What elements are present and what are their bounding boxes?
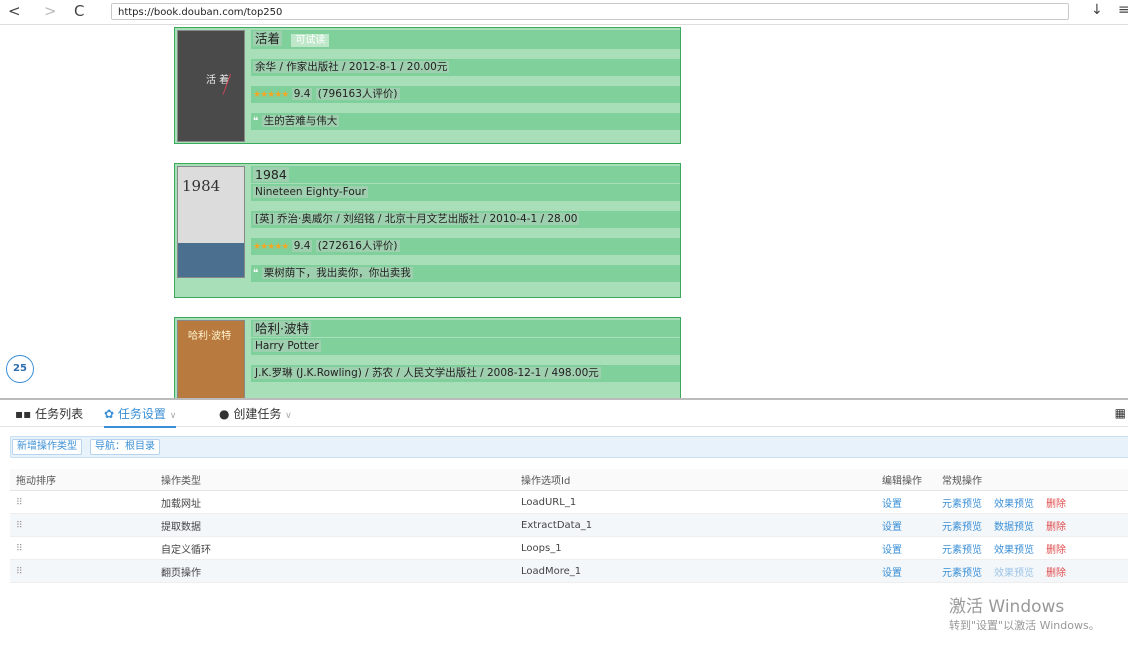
- col-actions: 常规操作: [936, 469, 1128, 491]
- count-badge[interactable]: 25: [6, 355, 34, 383]
- operations-table: 拖动排序 操作类型 操作选项Id 编辑操作 常规操作 ⠿ 加载网址 LoadUR…: [10, 469, 1128, 583]
- table-header: 拖动排序 操作类型 操作选项Id 编辑操作 常规操作: [10, 469, 1128, 491]
- effect-preview-link[interactable]: 效果预览: [994, 499, 1034, 510]
- cover-title-2: 1984: [182, 177, 221, 195]
- settings-link[interactable]: 设置: [882, 568, 902, 579]
- back-button[interactable]: <: [8, 2, 21, 20]
- book-cover-3[interactable]: 哈利·波特: [177, 320, 245, 398]
- menu-icon[interactable]: ≡: [1118, 2, 1128, 18]
- download-icon[interactable]: ↓: [1091, 2, 1103, 18]
- table-row: ⠿ 自定义循环 Loops_1 设置 元素预览 效果预览 删除: [10, 536, 1128, 560]
- drag-handle-icon[interactable]: ⠿: [16, 498, 23, 508]
- col-op-id: 操作选项Id: [515, 469, 876, 491]
- delete-link[interactable]: 删除: [1046, 568, 1066, 579]
- effect-preview-link[interactable]: 效果预览: [994, 568, 1034, 579]
- tab-task-list[interactable]: ▪▪ 任务列表: [15, 405, 83, 422]
- book-item-3[interactable]: 哈利·波特 哈利·波特 Harry Potter J.K.罗琳 (J.K.Row…: [174, 317, 681, 398]
- settings-link[interactable]: 设置: [882, 545, 902, 556]
- quote-icon: ❝: [253, 268, 259, 279]
- quote-icon: ❝: [253, 116, 259, 127]
- book-item-1[interactable]: 活 着 活着 可试读 余华 / 作家出版社 / 2012-8-1 / 20.00…: [174, 27, 681, 144]
- element-preview-link[interactable]: 元素预览: [942, 499, 982, 510]
- web-content: 活 着 活着 可试读 余华 / 作家出版社 / 2012-8-1 / 20.00…: [0, 25, 1128, 398]
- actions-bar: 新增操作类型 导航：根目录: [10, 436, 1128, 458]
- reload-button[interactable]: C: [74, 2, 84, 20]
- rating-stars-icon: ★★★★★: [253, 90, 289, 100]
- col-op-type: 操作类型: [155, 469, 515, 491]
- windows-activation-watermark: 激活 Windows 转到"设置"以激活 Windows。: [949, 597, 1100, 632]
- book-meta-2: [英] 乔治·奥威尔 / 刘绍铭 / 北京十月文艺出版社 / 2010-4-1 …: [253, 213, 580, 225]
- settings-link[interactable]: 设置: [882, 499, 902, 510]
- grid-icon: ▪▪: [15, 407, 32, 421]
- col-edit: 编辑操作: [876, 469, 936, 491]
- book-rating-2: 9.4: [291, 240, 313, 252]
- address-bar[interactable]: https://book.douban.com/top250: [111, 3, 1069, 20]
- plus-circle-icon: ●: [219, 407, 230, 421]
- book-quote-2: 栗树荫下，我出卖你，你出卖我: [261, 267, 413, 279]
- cover-title-3: 哈利·波特: [188, 331, 232, 342]
- book-title-3[interactable]: 哈利·波特: [253, 321, 311, 336]
- book-ratings-count-1: (796163人评价): [315, 88, 400, 100]
- book-item-2[interactable]: 1984 1984 Nineteen Eighty-Four [英] 乔治·奥威…: [174, 163, 681, 298]
- book-subtitle-3: Harry Potter: [253, 340, 321, 352]
- table-row: ⠿ 提取数据 ExtractData_1 设置 元素预览 数据预览 删除: [10, 513, 1128, 537]
- effect-preview-link[interactable]: 效果预览: [994, 545, 1034, 556]
- book-meta-1: 余华 / 作家出版社 / 2012-8-1 / 20.00元: [253, 61, 450, 73]
- element-preview-link[interactable]: 元素预览: [942, 568, 982, 579]
- book-tag-1: 可试读: [291, 34, 330, 47]
- drag-handle-icon[interactable]: ⠿: [16, 544, 23, 554]
- drag-handle-icon[interactable]: ⠿: [16, 521, 23, 531]
- panel-tabs: ▪▪ 任务列表 ✿ 任务设置 ∨ ● 创建任务 ∨ ▦: [0, 400, 1128, 428]
- chevron-down-icon: ∨: [169, 411, 177, 421]
- cover-band: [178, 243, 244, 277]
- forward-button[interactable]: >: [44, 2, 57, 20]
- book-cover-2[interactable]: 1984: [177, 166, 245, 278]
- book-cover-1[interactable]: 活 着: [177, 30, 245, 142]
- browser-toolbar: < > C https://book.douban.com/top250 ↓ ≡: [0, 0, 1128, 25]
- book-ratings-count-2: (272616人评价): [315, 240, 400, 252]
- delete-link[interactable]: 删除: [1046, 545, 1066, 556]
- delete-link[interactable]: 删除: [1046, 522, 1066, 533]
- breadcrumb[interactable]: 导航：根目录: [90, 439, 160, 455]
- book-meta-3: J.K.罗琳 (J.K.Rowling) / 苏农 / 人民文学出版社 / 20…: [253, 367, 601, 379]
- book-quote-1: 生的苦难与伟大: [261, 115, 340, 127]
- book-rating-1: 9.4: [291, 88, 313, 100]
- settings-link[interactable]: 设置: [882, 522, 902, 533]
- book-title-1[interactable]: 活着: [253, 31, 283, 46]
- table-row: ⠿ 翻页操作 LoadMore_1 设置 元素预览 效果预览 删除: [10, 559, 1128, 583]
- book-title-2[interactable]: 1984: [253, 167, 289, 182]
- tab-create-task[interactable]: ● 创建任务 ∨: [219, 405, 292, 422]
- chevron-down-icon: ∨: [285, 411, 292, 421]
- drag-handle-icon[interactable]: ⠿: [16, 567, 23, 577]
- col-drag-sort: 拖动排序: [10, 469, 155, 491]
- gear-icon: ✿: [104, 407, 115, 421]
- element-preview-link[interactable]: 元素预览: [942, 522, 982, 533]
- rating-stars-icon: ★★★★★: [253, 242, 289, 252]
- add-op-type-button[interactable]: 新增操作类型: [12, 439, 82, 455]
- table-row: ⠿ 加载网址 LoadURL_1 设置 元素预览 效果预览 删除: [10, 490, 1128, 514]
- tab-task-settings[interactable]: ✿ 任务设置 ∨: [104, 405, 177, 428]
- data-preview-link[interactable]: 数据预览: [994, 522, 1034, 533]
- book-subtitle-2: Nineteen Eighty-Four: [253, 186, 368, 198]
- element-preview-link[interactable]: 元素预览: [942, 545, 982, 556]
- delete-link[interactable]: 删除: [1046, 499, 1066, 510]
- apps-grid-icon[interactable]: ▦: [1115, 406, 1126, 420]
